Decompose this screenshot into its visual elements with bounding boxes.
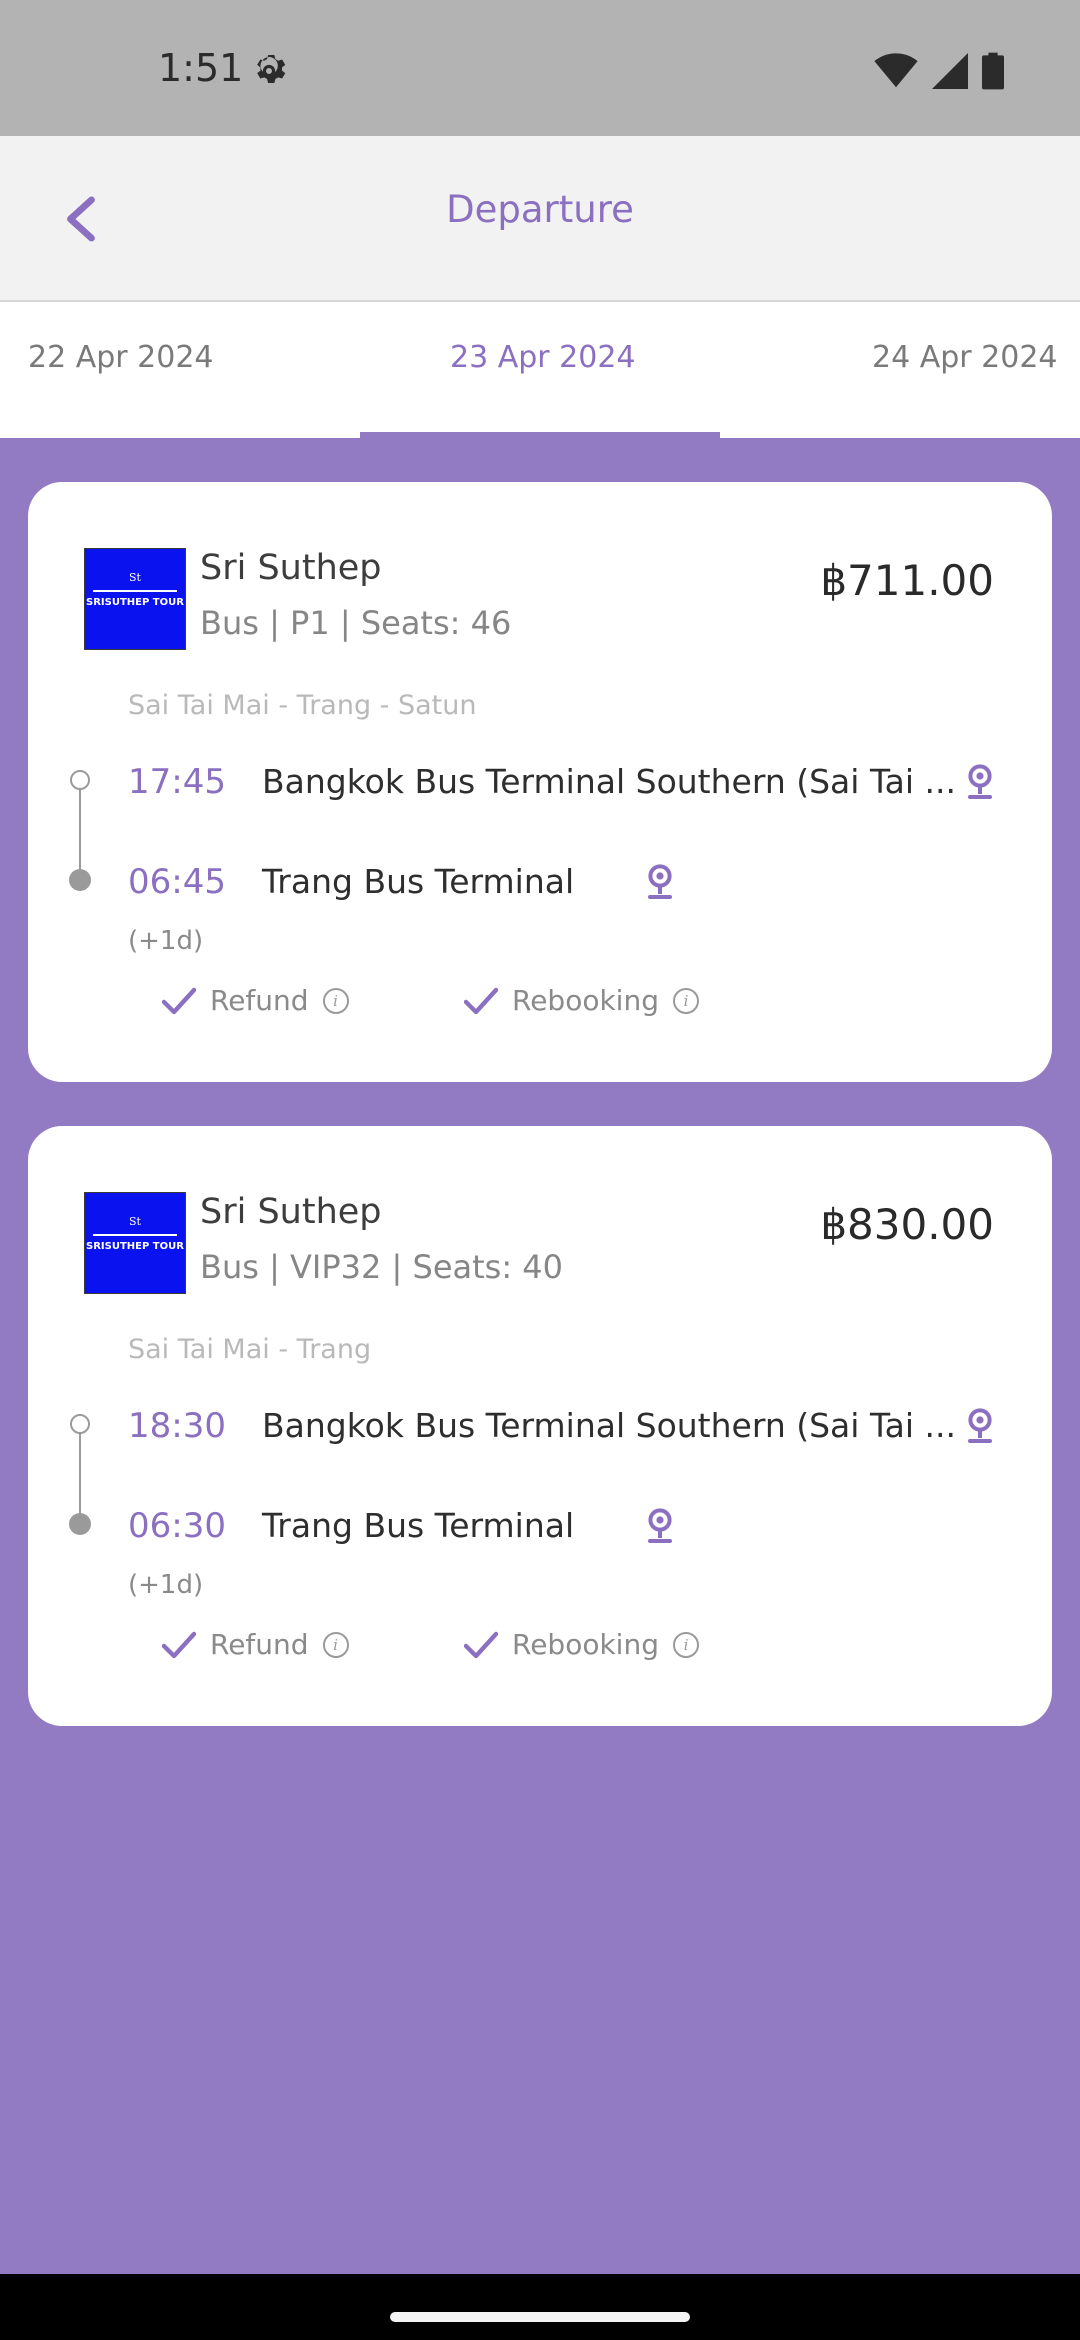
home-gesture-handle[interactable] (390, 2312, 690, 2322)
info-icon[interactable]: i (322, 987, 349, 1014)
logo-monogram: St (129, 571, 141, 584)
route-label: Sai Tai Mai - Trang - Satun (128, 690, 477, 721)
trip-card[interactable]: St SRISUTHEP TOUR Sri Suthep Bus | VIP32… (28, 1126, 1052, 1726)
day-offset: (+1d) (128, 1570, 204, 1600)
status-icons (874, 52, 1004, 90)
map-pin-icon[interactable] (966, 764, 994, 800)
battery-icon (982, 52, 1004, 90)
status-time: 1:51 (158, 46, 244, 90)
logo-monogram: St (129, 1215, 141, 1228)
departure-time: 17:45 (128, 762, 226, 802)
arrival-stop: Trang Bus Terminal (262, 862, 575, 901)
refund-label: Refund (210, 1628, 309, 1661)
check-icon (162, 987, 196, 1014)
info-icon[interactable]: i (322, 1631, 349, 1658)
logo-text: SRISUTHEP TOUR (86, 597, 184, 608)
rebooking-policy[interactable]: Rebooking i (464, 1628, 699, 1661)
refund-label: Refund (210, 984, 309, 1017)
refund-policy[interactable]: Refund i (162, 984, 349, 1017)
map-pin-icon[interactable] (646, 1508, 674, 1544)
arrival-stop: Trang Bus Terminal (262, 1506, 575, 1545)
departure-dot (70, 770, 90, 790)
system-nav-bar (0, 2274, 1080, 2340)
map-pin-icon[interactable] (966, 1408, 994, 1444)
rebooking-policy[interactable]: Rebooking i (464, 984, 699, 1017)
page-title: Departure (446, 188, 634, 231)
logo-divider (93, 1234, 177, 1236)
rebooking-label: Rebooking (512, 984, 659, 1017)
date-tabs: 22 Apr 2024 23 Apr 2024 24 Apr 2024 (0, 302, 1080, 438)
check-icon (464, 1631, 498, 1658)
departure-dot (70, 1414, 90, 1434)
tab-date-24-apr[interactable]: 24 Apr 2024 (872, 340, 1058, 375)
day-offset: (+1d) (128, 926, 204, 956)
arrival-time: 06:30 (128, 1506, 226, 1546)
refund-policy[interactable]: Refund i (162, 1628, 349, 1661)
departure-stop: Bangkok Bus Terminal Southern (Sai Tai .… (262, 762, 956, 801)
operator-name: Sri Suthep (200, 548, 382, 588)
departure-stop: Bangkok Bus Terminal Southern (Sai Tai .… (262, 1406, 956, 1445)
check-icon (162, 1631, 196, 1658)
check-icon (464, 987, 498, 1014)
logo-divider (93, 590, 177, 592)
departure-time: 18:30 (128, 1406, 226, 1446)
trip-price: ฿711.00 (820, 556, 994, 605)
arrival-dot (69, 1513, 91, 1535)
tab-date-23-apr[interactable]: 23 Apr 2024 (450, 340, 636, 375)
rebooking-label: Rebooking (512, 1628, 659, 1661)
operator-logo: St SRISUTHEP TOUR (84, 548, 186, 650)
logo-text: SRISUTHEP TOUR (86, 1241, 184, 1252)
info-icon[interactable]: i (672, 987, 699, 1014)
bus-details: Bus | VIP32 | Seats: 40 (200, 1248, 563, 1286)
info-icon[interactable]: i (672, 1631, 699, 1658)
settings-gear-icon (257, 54, 286, 84)
trip-card[interactable]: St SRISUTHEP TOUR Sri Suthep Bus | P1 | … (28, 482, 1052, 1082)
timeline-line (79, 1430, 81, 1526)
status-bar: 1:51 (0, 0, 1080, 136)
signal-icon (932, 53, 968, 89)
bus-details: Bus | P1 | Seats: 46 (200, 604, 512, 642)
active-tab-indicator (360, 432, 720, 438)
route-label: Sai Tai Mai - Trang (128, 1334, 372, 1365)
operator-name: Sri Suthep (200, 1192, 382, 1232)
arrival-time: 06:45 (128, 862, 226, 902)
timeline-line (79, 786, 81, 882)
tab-date-22-apr[interactable]: 22 Apr 2024 (28, 340, 214, 375)
wifi-icon (874, 53, 918, 88)
trip-price: ฿830.00 (820, 1200, 994, 1249)
arrival-dot (69, 869, 91, 891)
operator-logo: St SRISUTHEP TOUR (84, 1192, 186, 1294)
map-pin-icon[interactable] (646, 864, 674, 900)
app-bar: Departure (0, 136, 1080, 302)
